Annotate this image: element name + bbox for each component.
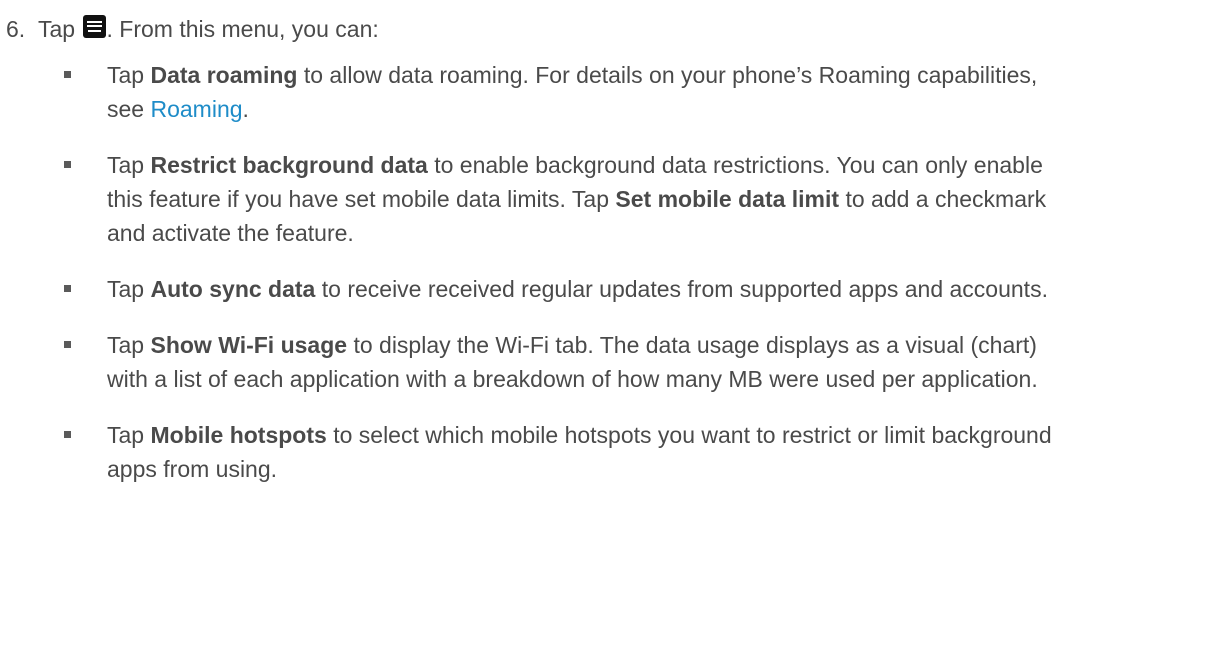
item-prefix: Tap bbox=[107, 152, 151, 178]
bullet-icon bbox=[64, 285, 71, 292]
item-option-name: Auto sync data bbox=[150, 276, 316, 302]
item-option-name: Mobile hotspots bbox=[150, 422, 327, 448]
bullet-icon bbox=[64, 71, 71, 78]
step-menu-text: . From this menu, you can: bbox=[106, 16, 379, 42]
bullet-icon bbox=[64, 161, 71, 168]
list-item-data-roaming: Tap Data roaming to allow data roaming. … bbox=[0, 58, 1200, 126]
item-option-name: Restrict background data bbox=[150, 152, 428, 178]
menu-key-bar bbox=[88, 30, 102, 32]
menu-key-bar bbox=[87, 25, 103, 27]
item-option-name: Show Wi-Fi usage bbox=[150, 332, 348, 358]
step-number: 6. bbox=[6, 16, 26, 42]
menu-key-bar bbox=[87, 21, 103, 23]
list-item-mobile-hotspots: Tap Mobile hotspots to select which mobi… bbox=[0, 418, 1200, 486]
item-prefix: Tap bbox=[107, 62, 151, 88]
item-prefix: Tap bbox=[107, 276, 151, 302]
bullet-icon bbox=[64, 341, 71, 348]
item-description: to receive received regular updates from… bbox=[315, 276, 1048, 302]
item-prefix: Tap bbox=[107, 422, 151, 448]
menu-key-icon bbox=[83, 15, 107, 38]
list-item-restrict-background-data: Tap Restrict background data to enable b… bbox=[0, 148, 1200, 250]
step-tap-text: Tap bbox=[38, 16, 76, 42]
item-option-name: Data roaming bbox=[150, 62, 298, 88]
step-6: 6. Tap . From this menu, you can: bbox=[6, 12, 1200, 46]
step-instruction: 6. Tap . From this menu, you can: bbox=[6, 12, 1200, 46]
item-prefix: Tap bbox=[107, 332, 151, 358]
list-item-show-wifi-usage: Tap Show Wi-Fi usage to display the Wi-F… bbox=[0, 328, 1200, 396]
list-item-auto-sync-data: Tap Auto sync data to receive received r… bbox=[0, 272, 1200, 306]
roaming-link[interactable]: Roaming bbox=[150, 96, 242, 122]
menu-options-list: Tap Data roaming to allow data roaming. … bbox=[0, 58, 1200, 508]
bullet-icon bbox=[64, 431, 71, 438]
item-suffix: . bbox=[242, 96, 249, 122]
item-option-name-secondary: Set mobile data limit bbox=[615, 186, 840, 212]
